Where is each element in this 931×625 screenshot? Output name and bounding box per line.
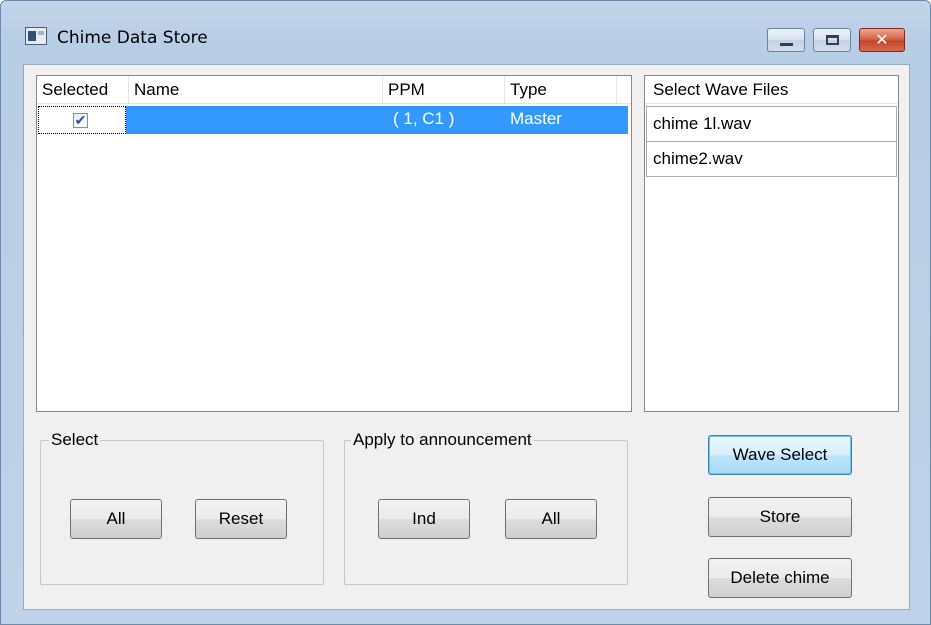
- column-header-name[interactable]: Name: [129, 76, 383, 104]
- chime-list[interactable]: Selected Name PPM Type ✔ ( 1, C1 ) Maste…: [36, 75, 632, 412]
- wave-files-header: Select Wave Files: [645, 76, 898, 104]
- chime-data-store-window: Chime Data Store ✕ Selected Name PPM Typ…: [0, 0, 931, 625]
- ppm-cell: ( 1, C1 ): [393, 109, 455, 128]
- apply-all-button[interactable]: All: [505, 499, 597, 539]
- title-bar[interactable]: Chime Data Store ✕: [1, 1, 930, 53]
- list-item[interactable]: chime 1l.wav: [646, 106, 897, 142]
- column-header-selected[interactable]: Selected: [37, 76, 129, 104]
- maximize-button[interactable]: [813, 28, 851, 52]
- close-button[interactable]: ✕: [859, 28, 905, 52]
- column-header-ppm[interactable]: PPM: [383, 76, 505, 104]
- chime-list-header: Selected Name PPM Type: [37, 76, 631, 104]
- app-window-icon[interactable]: [25, 27, 47, 45]
- row-selected-checkbox[interactable]: ✔: [73, 112, 88, 128]
- column-header-type[interactable]: Type: [505, 76, 617, 104]
- select-group-label: Select: [49, 430, 101, 450]
- list-item[interactable]: chime2.wav: [646, 141, 897, 177]
- apply-ind-button[interactable]: Ind: [378, 499, 470, 539]
- maximize-icon: [826, 35, 839, 45]
- checkmark-icon: ✔: [74, 112, 87, 128]
- store-button[interactable]: Store: [708, 497, 852, 537]
- table-row[interactable]: ✔ ( 1, C1 ) Master: [38, 106, 628, 134]
- window-title: Chime Data Store: [57, 28, 208, 48]
- minimize-button[interactable]: [767, 28, 805, 52]
- client-area: Selected Name PPM Type ✔ ( 1, C1 ) Maste…: [23, 64, 910, 610]
- close-icon: ✕: [875, 30, 889, 49]
- select-group: Select All Reset: [40, 430, 324, 585]
- wave-files-list[interactable]: Select Wave Files chime 1l.wav chime2.wa…: [644, 75, 899, 412]
- minimize-icon: [780, 43, 793, 46]
- apply-group-label: Apply to announcement: [351, 430, 534, 450]
- selected-cell[interactable]: ✔: [38, 106, 126, 134]
- apply-to-announcement-group: Apply to announcement Ind All: [344, 430, 628, 585]
- select-all-button[interactable]: All: [70, 499, 162, 539]
- wave-select-button[interactable]: Wave Select: [708, 435, 852, 475]
- type-cell: Master: [510, 109, 562, 128]
- reset-button[interactable]: Reset: [195, 499, 287, 539]
- delete-chime-button[interactable]: Delete chime: [708, 558, 852, 598]
